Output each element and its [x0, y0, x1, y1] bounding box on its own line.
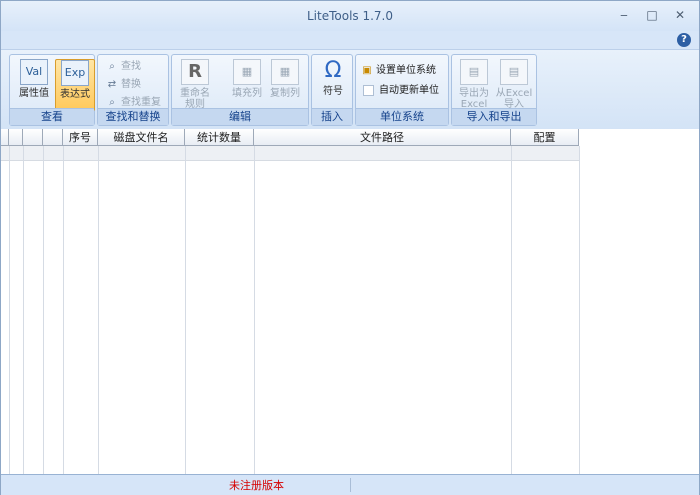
column-header-disk-filename[interactable]: 磁盘文件名 [98, 129, 185, 146]
column-header-configuration[interactable]: 配置 [511, 129, 579, 146]
column-header-file-path[interactable]: 文件路径 [254, 129, 511, 146]
grid-selector-header-3 [43, 129, 63, 146]
auto-update-units-checkbox[interactable]: 自动更新单位 [363, 83, 439, 99]
ribbon-tab-strip: ? [1, 31, 699, 49]
set-units-label: 设置单位系统 [376, 65, 436, 76]
exp-icon: Exp [61, 60, 89, 86]
import-excel-button[interactable]: ▤ 从Excel 导入 [495, 59, 533, 110]
ribbon-group-edit-label: 编辑 [172, 108, 308, 125]
grid-line [254, 146, 255, 474]
ribbon-group-view-label: 查看 [10, 108, 94, 125]
rename-rule-button[interactable]: R 重命名 规则 [176, 59, 214, 110]
close-button[interactable]: ✕ [667, 5, 693, 25]
app-window: LiteTools 1.7.0 ‒ □ ✕ ? Val 属性值 Exp 表达式 … [0, 0, 700, 495]
grid-line [43, 146, 44, 474]
copy-column-icon: ▦ [271, 59, 299, 85]
val-icon: Val [20, 59, 48, 85]
ribbon-group-import-export-label: 导入和导出 [452, 108, 536, 125]
grid-line [185, 146, 186, 474]
status-separator [350, 478, 351, 492]
column-header-count[interactable]: 统计数量 [185, 129, 254, 146]
fill-column-icon: ▦ [233, 59, 261, 85]
find-duplicates-label: 查找重复 [121, 97, 161, 108]
import-excel-icon: ▤ [500, 59, 528, 85]
title-bar: LiteTools 1.7.0 ‒ □ ✕ [1, 1, 699, 31]
property-value-button[interactable]: Val 属性值 [15, 59, 53, 109]
grid-line [23, 146, 24, 474]
export-excel-button[interactable]: ▤ 导出为 Excel [455, 59, 493, 110]
expression-button[interactable]: Exp 表达式 [55, 59, 95, 111]
copy-column-label: 复制列 [270, 88, 300, 99]
ribbon-group-import-export: ▤ 导出为 Excel ▤ 从Excel 导入 导入和导出 [451, 54, 537, 126]
rename-icon: R [181, 59, 209, 85]
ribbon-group-find-replace-label: 查找和替换 [98, 108, 168, 125]
fill-column-label: 填充列 [232, 88, 262, 99]
window-title: LiteTools 1.7.0 [306, 9, 393, 23]
grid-corner [1, 129, 9, 146]
binoculars-icon: ⌕ [109, 61, 115, 72]
ribbon-group-insert-label: 插入 [312, 108, 352, 125]
property-value-label: 属性值 [19, 88, 49, 99]
help-icon[interactable]: ? [677, 33, 691, 47]
replace-label: 替换 [121, 79, 141, 90]
rename-rule-label-1: 重命名 [180, 88, 210, 99]
maximize-button[interactable]: □ [639, 5, 665, 25]
ribbon-group-units: ▣ 设置单位系统 自动更新单位 单位系统 [355, 54, 449, 126]
column-header-index[interactable]: 序号 [63, 129, 98, 146]
status-bar: 未注册版本 [1, 474, 699, 495]
checkbox-box [363, 84, 374, 96]
ribbon-group-units-label: 单位系统 [356, 108, 448, 125]
symbol-label: 符号 [323, 86, 343, 97]
fill-column-button[interactable]: ▦ 填充列 [228, 59, 266, 109]
ribbon-group-edit: R 重命名 规则 ▦ 填充列 ▦ 复制列 编辑 [171, 54, 309, 126]
registration-status: 未注册版本 [229, 479, 284, 492]
export-excel-label-1: 导出为 [459, 88, 489, 99]
export-excel-icon: ▤ [460, 59, 488, 85]
grid-line [511, 146, 512, 474]
ribbon: Val 属性值 Exp 表达式 查看 ⌕ 查找 ⇄ 替换 ⌕ 查找重复 查找和替换 R… [1, 49, 699, 131]
expression-label: 表达式 [60, 89, 90, 100]
grid-line [579, 146, 580, 474]
unit-system-icon: ▣ [362, 65, 372, 76]
ribbon-group-insert: Ω 符号 插入 [311, 54, 353, 126]
minimize-button[interactable]: ‒ [611, 5, 637, 25]
auto-update-units-label: 自动更新单位 [379, 85, 439, 96]
grid-selector-header-2 [23, 129, 43, 146]
ribbon-group-find-replace: ⌕ 查找 ⇄ 替换 ⌕ 查找重复 查找和替换 [97, 54, 169, 126]
ribbon-group-view: Val 属性值 Exp 表达式 查看 [9, 54, 95, 126]
find-button[interactable]: ⌕ 查找 [106, 59, 141, 75]
import-excel-label-1: 从Excel [495, 88, 533, 99]
grid-line [98, 146, 99, 474]
grid-line [9, 146, 10, 474]
symbol-button[interactable]: Ω 符号 [314, 59, 352, 109]
replace-icon: ⇄ [107, 79, 117, 90]
omega-icon: Ω [324, 58, 342, 83]
grid-selector-header-1 [9, 129, 23, 146]
replace-button[interactable]: ⇄ 替换 [106, 77, 141, 93]
set-units-button[interactable]: ▣ 设置单位系统 [361, 63, 436, 79]
find-label: 查找 [121, 61, 141, 72]
data-grid[interactable]: 序号 磁盘文件名 统计数量 文件路径 配置 [1, 129, 699, 474]
grid-line [63, 146, 64, 474]
table-row[interactable] [1, 146, 579, 161]
copy-column-button[interactable]: ▦ 复制列 [266, 59, 304, 109]
